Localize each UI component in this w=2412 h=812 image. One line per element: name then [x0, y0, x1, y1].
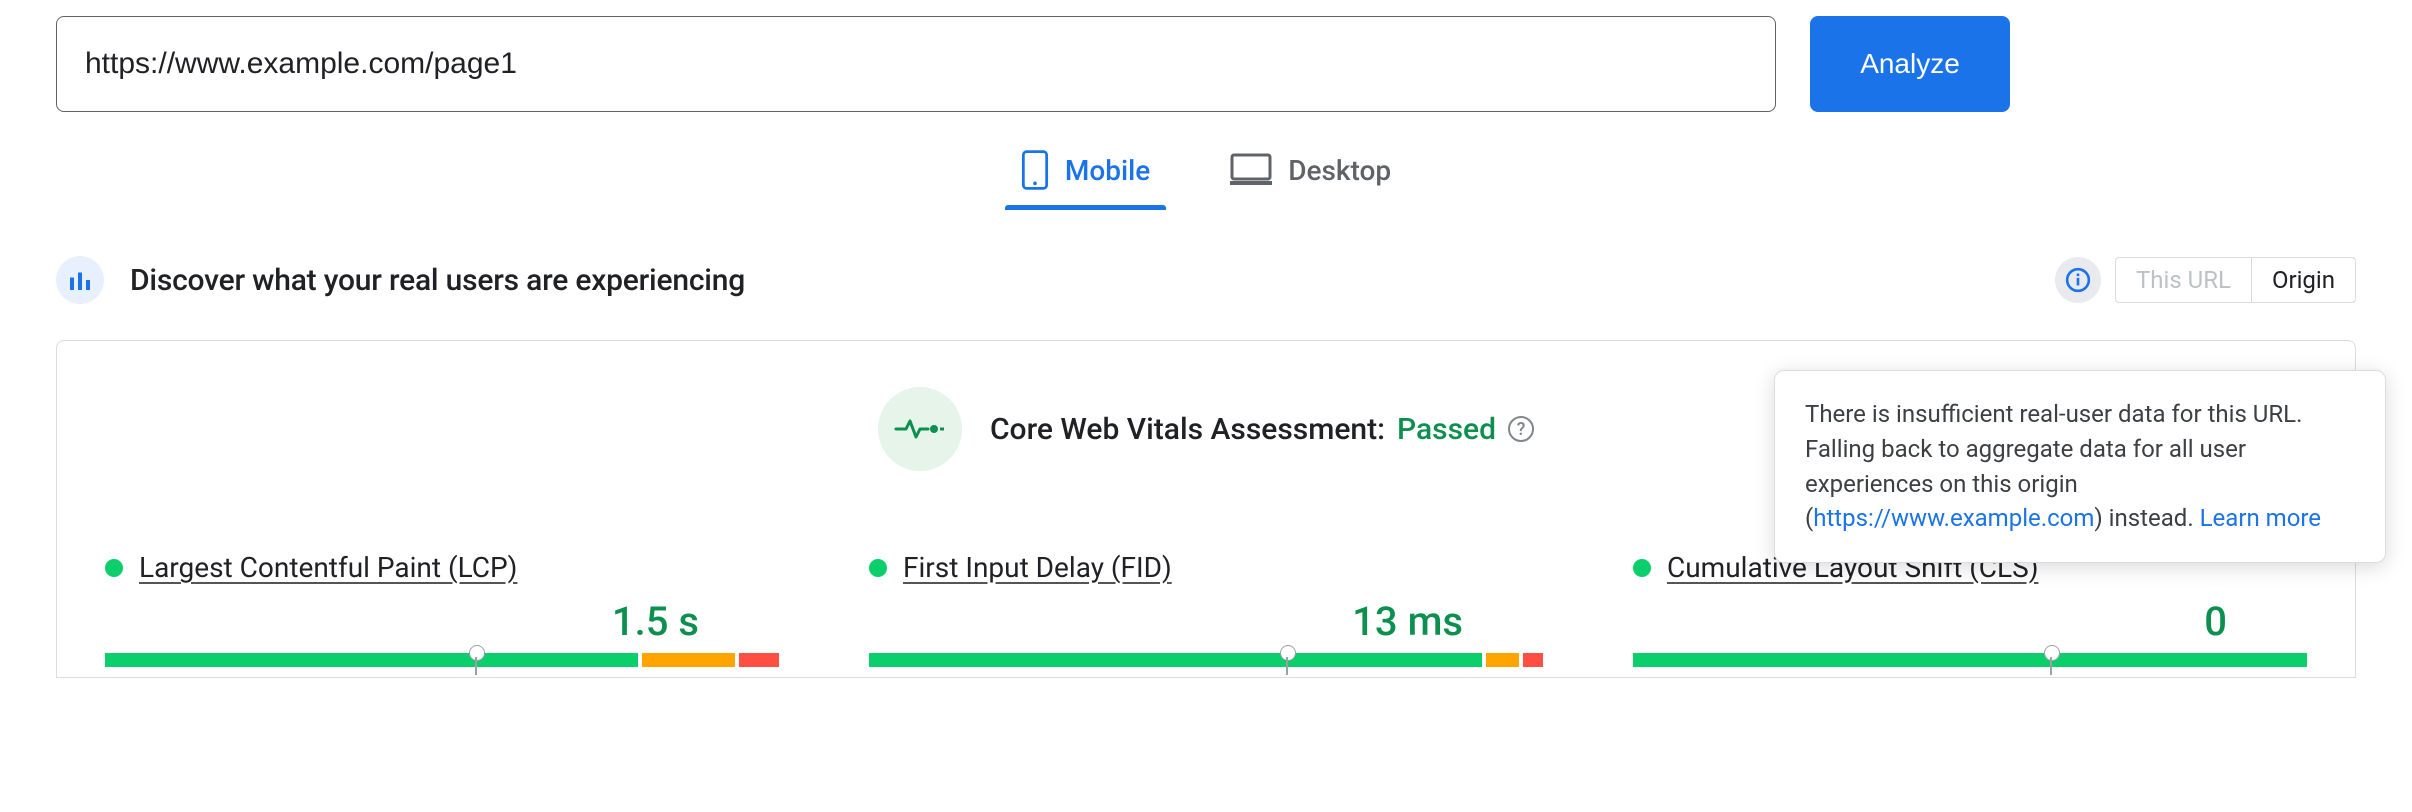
pulse-icon	[878, 387, 962, 471]
metric-value: 1.5 s	[105, 598, 779, 645]
tab-desktop-label: Desktop	[1288, 154, 1391, 187]
mobile-icon	[1021, 150, 1049, 190]
metric-distribution-bar	[1633, 653, 2307, 667]
info-icon[interactable]	[2055, 257, 2101, 303]
assessment-result: Passed	[1397, 412, 1496, 447]
scope-toggle: This URL Origin	[2115, 257, 2356, 303]
desktop-icon	[1230, 153, 1272, 187]
status-dot-icon	[869, 559, 887, 577]
scope-this-url: This URL	[2116, 258, 2251, 302]
status-dot-icon	[1633, 559, 1651, 577]
help-icon[interactable]: ?	[1508, 416, 1534, 442]
assessment-label: Core Web Vitals Assessment:	[990, 412, 1385, 447]
metric: Cumulative Layout Shift (CLS)0	[1633, 551, 2307, 677]
metric-name[interactable]: Largest Contentful Paint (LCP)	[139, 551, 517, 584]
analyze-button[interactable]: Analyze	[1810, 16, 2010, 112]
metric-name[interactable]: First Input Delay (FID)	[903, 551, 1172, 584]
device-tabs: Mobile Desktop	[56, 142, 2356, 210]
tooltip-text2: ) instead.	[2094, 504, 2199, 532]
tooltip-origin-link[interactable]: https://www.example.com	[1813, 504, 2094, 532]
metric-distribution-bar	[105, 653, 779, 667]
tooltip-learn-more[interactable]: Learn more	[2200, 504, 2321, 532]
metric-value: 0	[1633, 598, 2307, 645]
metric-distribution-bar	[869, 653, 1543, 667]
tab-mobile[interactable]: Mobile	[1011, 142, 1160, 210]
users-icon	[56, 256, 104, 304]
metric-value: 13 ms	[869, 598, 1543, 645]
tab-mobile-label: Mobile	[1065, 154, 1150, 187]
status-dot-icon	[105, 559, 123, 577]
url-input[interactable]	[56, 16, 1776, 112]
metric: Largest Contentful Paint (LCP) 1.5 s	[105, 551, 779, 677]
section-title: Discover what your real users are experi…	[130, 263, 745, 298]
metric: First Input Delay (FID) 13 ms	[869, 551, 1543, 677]
tab-desktop[interactable]: Desktop	[1220, 142, 1401, 210]
scope-origin[interactable]: Origin	[2251, 258, 2355, 302]
origin-fallback-tooltip: There is insufficient real-user data for…	[1774, 370, 2386, 563]
